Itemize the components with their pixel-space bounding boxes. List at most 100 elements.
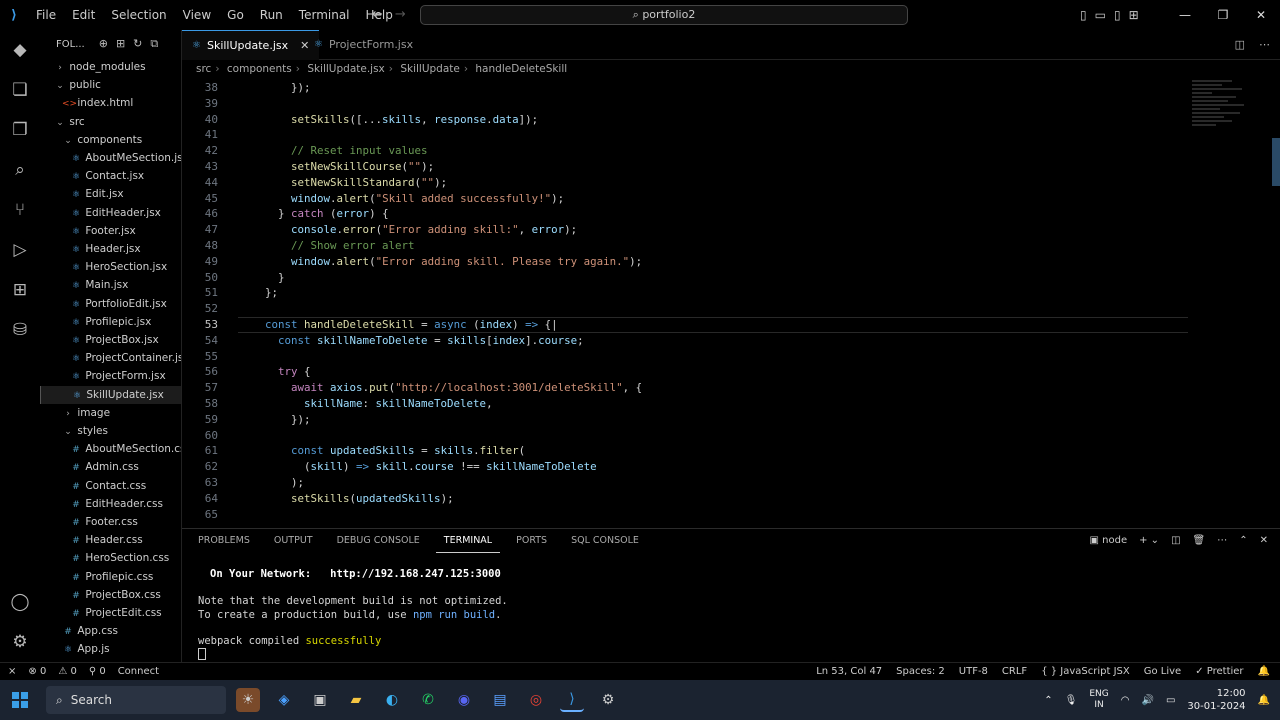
close-panel-icon[interactable]: ✕ — [1260, 529, 1268, 553]
line-number[interactable]: 61 — [182, 443, 218, 459]
code-line[interactable]: setNewSkillCourse(""); — [252, 159, 434, 175]
code-line[interactable]: const handleDeleteSkill = async (index) … — [252, 317, 558, 333]
line-number[interactable]: 42 — [182, 143, 218, 159]
line-number[interactable]: 60 — [182, 428, 218, 444]
split-editor-icon[interactable]: ◫ — [1235, 30, 1245, 60]
menu-run[interactable]: Run — [252, 0, 291, 30]
line-number[interactable]: 54 — [182, 333, 218, 349]
line-number[interactable]: 50 — [182, 270, 218, 286]
extensions-icon[interactable]: ⊞ — [0, 270, 40, 310]
ports-count[interactable]: ⚲ 0 — [89, 663, 106, 681]
line-number[interactable]: 64 — [182, 491, 218, 507]
code-line[interactable]: // Show error alert — [252, 238, 415, 254]
minimap[interactable] — [1192, 78, 1252, 378]
line-number[interactable]: 65 — [182, 507, 218, 523]
run-debug-icon[interactable]: ▷ — [0, 230, 40, 270]
code-line[interactable]: const updatedSkills = skills.filter( — [252, 443, 525, 459]
new-folder-icon[interactable]: ⊞ — [116, 37, 125, 51]
line-ending[interactable]: CRLF — [1002, 663, 1027, 681]
problems-warnings[interactable]: ⚠ 0 — [58, 663, 77, 681]
code-line[interactable]: await axios.put("http://localhost:3001/d… — [252, 380, 642, 396]
code-line[interactable]: console.error("Error adding skill:", err… — [252, 222, 577, 238]
tab-ports[interactable]: PORTS — [508, 529, 555, 553]
customize-layout-icon[interactable]: ⊞ — [1129, 0, 1139, 30]
weather-widget-icon[interactable]: ☀ — [236, 688, 260, 712]
tree-item[interactable]: ⚛ Contact.jsx — [40, 167, 181, 185]
line-number[interactable]: 47 — [182, 222, 218, 238]
task-view-icon[interactable]: ▣ — [308, 688, 332, 712]
vscode-taskbar-icon[interactable]: ⟩ — [560, 688, 584, 712]
command-center-search[interactable]: ⌕ portfolio2 — [420, 5, 908, 25]
tree-item[interactable]: <> index.html — [40, 94, 181, 112]
line-number[interactable]: 58 — [182, 396, 218, 412]
line-number[interactable]: 49 — [182, 254, 218, 270]
code-editor[interactable]: 38 }); 39 40 setSkills([...skills, respons… — [182, 78, 1280, 528]
tree-item[interactable]: # HeroSection.css — [40, 549, 181, 567]
account-icon[interactable]: ◯ — [0, 582, 40, 622]
tab-output[interactable]: OUTPUT — [266, 529, 321, 553]
tab-skillupdate[interactable]: ⚛ SkillUpdate.jsx ✕ — [182, 30, 320, 60]
tree-item[interactable]: # Header.css — [40, 531, 181, 549]
maximize-icon[interactable]: ❐ — [1204, 0, 1242, 30]
tree-item[interactable]: # ProjectEdit.css — [40, 604, 181, 622]
tree-item[interactable]: ⌄ src — [40, 113, 181, 131]
tree-item[interactable]: # Profilepic.css — [40, 568, 181, 586]
menu-file[interactable]: File — [28, 0, 64, 30]
toggle-panel-icon[interactable]: ▭ — [1095, 0, 1106, 30]
tree-item[interactable]: ⚛ HeroSection.jsx — [40, 258, 181, 276]
minimize-icon[interactable]: — — [1166, 0, 1204, 30]
tab-debug-console[interactable]: DEBUG CONSOLE — [329, 529, 428, 553]
tree-item[interactable]: # App.css — [40, 622, 181, 640]
connect-button[interactable]: Connect — [118, 663, 159, 681]
code-line[interactable]: setSkills([...skills, response.data]); — [252, 112, 538, 128]
new-file-icon[interactable]: ⊕ — [99, 37, 108, 51]
tree-item[interactable]: ⚛ AboutMeSection.jsx — [40, 149, 181, 167]
tree-item[interactable]: ⚛ Header.jsx — [40, 240, 181, 258]
settings-gear-icon[interactable]: ⚙ — [0, 622, 40, 662]
breadcrumb-item[interactable]: handleDeleteSkill — [475, 63, 567, 75]
files-icon[interactable]: ❐ — [0, 110, 40, 150]
tree-item[interactable]: ⚛ SkillUpdate.jsx — [40, 385, 181, 404]
go-live-button[interactable]: Go Live — [1144, 663, 1181, 681]
tree-item[interactable]: ⌄ public — [40, 76, 181, 94]
collapse-all-icon[interactable]: ⧉ — [150, 37, 158, 51]
tree-item[interactable]: # AboutMeSection.css — [40, 440, 181, 458]
back-arrow-icon[interactable]: ← — [372, 0, 383, 30]
breadcrumb-item[interactable]: components — [227, 63, 292, 75]
start-button[interactable] — [0, 680, 40, 720]
forward-arrow-icon[interactable]: → — [395, 0, 406, 30]
remote-explorer-icon[interactable]: ◆ — [0, 30, 40, 70]
toggle-sidebar-icon[interactable]: ▯ — [1080, 0, 1087, 30]
encoding[interactable]: UTF-8 — [959, 663, 988, 681]
code-line[interactable]: }; — [252, 285, 278, 301]
notepad-icon[interactable]: ▤ — [488, 688, 512, 712]
file-explorer-icon[interactable]: ▰ — [344, 688, 368, 712]
problems-errors[interactable]: ⊗ 0 — [28, 663, 46, 681]
editor-scrollbar[interactable] — [1272, 138, 1280, 186]
explorer-icon[interactable]: ❏ — [0, 70, 40, 110]
line-number[interactable]: 51 — [182, 285, 218, 301]
tree-item[interactable]: ⚛ Main.jsx — [40, 276, 181, 294]
tree-item[interactable]: ⚛ ProjectContainer.jsx — [40, 349, 181, 367]
tree-item[interactable]: # Contact.css — [40, 477, 181, 495]
tray-overflow-icon[interactable]: ⌃ — [1044, 695, 1052, 706]
source-control-icon[interactable]: ⑂ — [0, 190, 40, 230]
line-number[interactable]: 53 — [182, 317, 218, 333]
tree-item[interactable]: # EditHeader.css — [40, 495, 181, 513]
more-icon[interactable]: ⋯ — [1217, 529, 1227, 553]
language-mode[interactable]: { } JavaScript JSX — [1041, 663, 1130, 681]
tree-item[interactable]: › image — [40, 404, 181, 422]
code-line[interactable]: (skill) => skill.course !== skillNameToD… — [252, 459, 597, 475]
code-line[interactable]: } catch (error) { — [252, 206, 389, 222]
code-line[interactable]: const skillNameToDelete = skills[index].… — [252, 333, 584, 349]
battery-icon[interactable]: ▭ — [1166, 695, 1175, 706]
line-number[interactable]: 63 — [182, 475, 218, 491]
discord-icon[interactable]: ◉ — [452, 688, 476, 712]
tab-sql-console[interactable]: SQL CONSOLE — [563, 529, 647, 553]
cursor-position[interactable]: Ln 53, Col 47 — [816, 663, 882, 681]
tree-item[interactable]: ⚛ EditHeader.jsx — [40, 204, 181, 222]
code-line[interactable]: } — [252, 270, 285, 286]
tree-item[interactable]: ⌄ styles — [40, 422, 181, 440]
tree-item[interactable]: ⚛ Edit.jsx — [40, 185, 181, 203]
menu-edit[interactable]: Edit — [64, 0, 103, 30]
